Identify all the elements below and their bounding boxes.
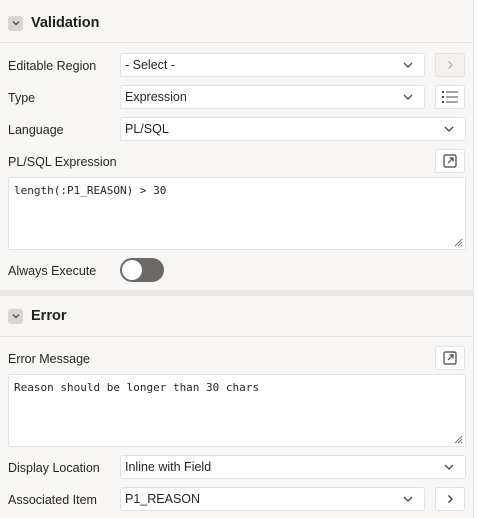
collapse-chevron-icon[interactable] (8, 15, 23, 31)
chevron-down-icon (403, 62, 413, 68)
display-location-value: Inline with Field (125, 460, 212, 474)
type-select[interactable]: Expression (120, 85, 425, 109)
chevron-down-icon (403, 94, 413, 100)
language-value: PL/SQL (125, 122, 169, 136)
chevron-right-icon (448, 495, 453, 503)
language-select[interactable]: PL/SQL (120, 117, 466, 141)
error-message-label: Error Message (8, 352, 90, 366)
expand-error-message-button[interactable] (435, 346, 465, 370)
go-to-region-button[interactable] (435, 53, 465, 77)
error-message-editor[interactable]: Reason should be longer than 30 chars (8, 374, 466, 447)
collapse-chevron-icon[interactable] (8, 308, 23, 324)
chevron-right-icon (448, 61, 453, 69)
error-section-header[interactable]: Error (8, 306, 66, 326)
validation-section-header[interactable]: Validation (8, 13, 100, 33)
chevron-down-icon (444, 464, 454, 470)
editable-region-value: - Select - (125, 58, 176, 72)
plsql-expression-label: PL/SQL Expression (8, 155, 117, 169)
validation-section: Validation Editable Region - Select - Ty… (0, 0, 474, 290)
associated-item-label: Associated Item (8, 493, 97, 507)
validation-section-title: Validation (31, 15, 100, 31)
always-execute-toggle[interactable] (120, 258, 164, 282)
expand-editor-button[interactable] (435, 149, 465, 173)
editable-region-label: Editable Region (8, 59, 97, 73)
language-label: Language (8, 123, 64, 137)
error-message-text: Reason should be longer than 30 chars (14, 381, 260, 394)
display-location-select[interactable]: Inline with Field (120, 455, 466, 479)
resize-handle-icon[interactable] (453, 237, 463, 247)
always-execute-label: Always Execute (8, 264, 97, 278)
chevron-down-icon (444, 126, 454, 132)
associated-item-value: P1_REASON (125, 492, 201, 506)
error-section: Error Error Message Reason should be lon… (0, 296, 474, 518)
resize-handle-icon[interactable] (453, 434, 463, 444)
chevron-down-icon (403, 496, 413, 502)
display-location-label: Display Location (8, 461, 100, 475)
type-label: Type (8, 91, 36, 105)
go-to-item-button[interactable] (435, 487, 465, 511)
error-section-title: Error (31, 308, 67, 324)
plsql-expression-code: length(:P1_REASON) > 30 (14, 184, 167, 197)
right-edge (474, 0, 478, 518)
toggle-knob (122, 260, 142, 280)
list-icon (442, 91, 458, 103)
section-divider (0, 336, 474, 337)
section-divider (0, 42, 474, 43)
expand-icon (443, 154, 457, 168)
editable-region-select[interactable]: - Select - (120, 53, 425, 77)
type-value: Expression (125, 90, 187, 104)
type-list-of-values-button[interactable] (435, 85, 465, 109)
expand-icon (443, 351, 457, 365)
plsql-expression-editor[interactable]: length(:P1_REASON) > 30 (8, 177, 466, 250)
associated-item-select[interactable]: P1_REASON (120, 487, 425, 511)
